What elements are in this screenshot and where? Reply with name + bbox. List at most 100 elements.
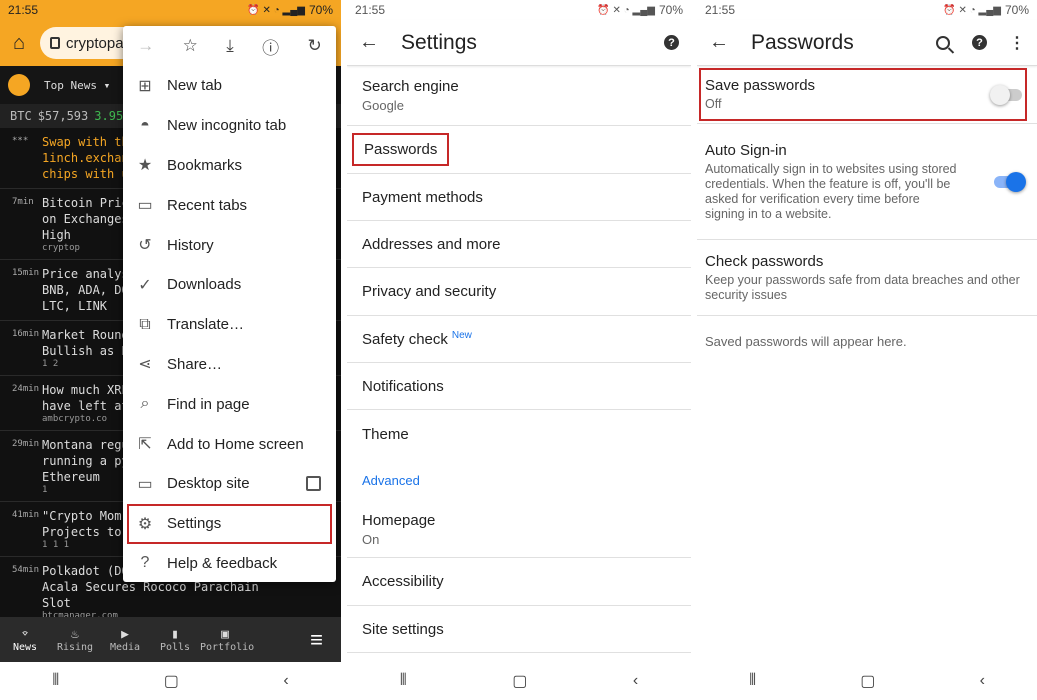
menu-item-recent-tabs[interactable]: ▭ Recent tabs <box>123 185 336 225</box>
menu-item-label: Bookmarks <box>167 156 243 174</box>
back-chevron-icon[interactable]: ‹ <box>633 672 638 690</box>
menu-item-label: Desktop site <box>167 475 250 493</box>
setting-theme[interactable]: Theme <box>347 410 691 458</box>
status-bar: 21:55 ⏰ ✕ ◔ ▂▄▆ 70% <box>0 0 341 20</box>
android-nav-bar-2: ⦀ ▢ ‹ <box>347 662 691 700</box>
menu-item-label: Add to Home screen <box>167 435 304 453</box>
menu-item-downloads[interactable]: ✓ Downloads <box>123 265 336 305</box>
setting-notifications[interactable]: Notifications <box>347 363 691 410</box>
setting-search-engine[interactable]: Search engine Google <box>347 66 691 126</box>
menu-item-desktop-site[interactable]: ▭ Desktop site <box>123 464 336 504</box>
status-battery: 70% <box>1004 3 1029 17</box>
home-circle-icon[interactable]: ▢ <box>860 671 875 691</box>
play-icon: ▶ <box>121 626 129 642</box>
auto-signin-row[interactable]: Auto Sign-in Automatically sign in to we… <box>697 124 1037 240</box>
feed-line: Ethereum <box>42 470 100 484</box>
more-vert-icon[interactable]: ⋮ <box>1009 33 1025 53</box>
signal-icons: ⏰ ✕ ◔ ▂▄▆ <box>597 4 655 16</box>
briefcase-icon: ▣ <box>221 626 229 642</box>
info-icon[interactable]: ⓘ <box>262 34 279 59</box>
bookmark-star-icon[interactable]: ☆ <box>183 36 198 56</box>
nav-polls[interactable]: ▮ Polls <box>150 627 200 653</box>
feed-line: 1inch.exchan <box>42 151 129 165</box>
menu-item-bookmarks[interactable]: ★ Bookmarks <box>123 146 336 186</box>
menu-item-share[interactable]: ⋖ Share… <box>123 345 336 385</box>
settings-appbar: ← Settings ? <box>347 20 691 66</box>
feed-time: 16min <box>12 329 40 339</box>
nav-news[interactable]: ⌔ News <box>0 627 50 653</box>
recents-icon[interactable]: ⦀ <box>52 672 59 690</box>
status-time: 21:55 <box>355 3 386 17</box>
help-icon[interactable]: ? <box>972 35 987 50</box>
feed-line: BNB, ADA, DO <box>42 283 129 297</box>
site-logo-icon[interactable] <box>8 74 30 96</box>
recents-icon[interactable]: ⦀ <box>400 672 407 690</box>
menu-item-label: Recent tabs <box>167 196 248 214</box>
setting-addresses[interactable]: Addresses and more <box>347 221 691 268</box>
setting-accessibility[interactable]: Accessibility <box>347 558 691 606</box>
feed-meta: 1 <box>42 485 48 495</box>
feed-time: 41min <box>12 510 40 520</box>
feed-line: Bullish as B <box>42 344 129 358</box>
monitor-icon: ▭ <box>137 475 153 493</box>
signal-icons: ⏰ ✕ ◔ ▂▄▆ <box>943 4 1001 16</box>
home-circle-icon[interactable]: ▢ <box>512 671 527 691</box>
forward-icon[interactable]: → <box>137 36 154 56</box>
nav-rising[interactable]: ♨ Rising <box>50 627 100 653</box>
feed-time: 29min <box>12 439 40 449</box>
save-passwords-toggle[interactable] <box>990 84 1022 105</box>
check-passwords-row[interactable]: Check passwords Keep your passwords safe… <box>697 240 1037 316</box>
back-chevron-icon[interactable]: ‹ <box>283 672 288 690</box>
new-badge: New <box>451 330 472 341</box>
auto-signin-toggle[interactable] <box>994 171 1026 192</box>
check-passwords-desc: Keep your passwords safe from data breac… <box>705 272 1020 302</box>
home-circle-icon[interactable]: ▢ <box>164 671 179 691</box>
incognito-icon: ◓ <box>140 116 150 134</box>
setting-payment-methods[interactable]: Payment methods <box>347 174 691 221</box>
menu-item-add-to-home-screen[interactable]: ⇱ Add to Home screen <box>123 424 336 464</box>
setting-homepage[interactable]: Homepage On <box>347 502 691 558</box>
menu-item-translate[interactable]: ⧉ Translate… <box>123 305 336 345</box>
android-nav-bar-1: ⦀ ▢ ‹ <box>0 662 341 700</box>
reload-icon[interactable]: ↻ <box>308 36 322 56</box>
back-chevron-icon[interactable]: ‹ <box>980 672 985 690</box>
help-icon[interactable]: ? <box>664 35 679 50</box>
feed-line: Montana regu <box>42 438 129 452</box>
recents-icon[interactable]: ⦀ <box>749 672 756 690</box>
menu-item-new-incognito-tab[interactable]: ◓ New incognito tab <box>123 106 336 146</box>
star-icon: ★ <box>137 157 153 175</box>
setting-site-settings[interactable]: Site settings <box>347 606 691 653</box>
setting-passwords[interactable]: Passwords <box>347 126 691 174</box>
nav-portfolio[interactable]: ▣ Portfolio <box>200 626 254 653</box>
search-icon[interactable] <box>936 35 950 50</box>
setting-privacy[interactable]: Privacy and security <box>347 268 691 316</box>
passwords-appbar: ← Passwords ? ⋮ <box>697 20 1037 66</box>
back-arrow-icon[interactable]: ← <box>709 31 729 54</box>
feed-time: *** <box>12 136 29 146</box>
menu-item-help-feedback[interactable]: ? Help & feedback <box>123 544 336 584</box>
status-battery: 70% <box>308 3 333 17</box>
home-icon[interactable]: ⌂ <box>8 32 30 54</box>
feed-time: 15min <box>12 268 40 278</box>
feed-meta: ambcrypto.co <box>42 414 108 424</box>
feed-time: 54min <box>12 565 40 575</box>
menu-item-history[interactable]: ↺ History <box>123 225 336 265</box>
save-passwords-row[interactable]: Save passwords Off <box>697 66 1037 124</box>
desktop-site-checkbox[interactable] <box>306 476 321 492</box>
feed-line: Market Round <box>42 328 129 342</box>
setting-safety-check[interactable]: Safety check New <box>347 316 691 363</box>
menu-item-label: Settings <box>167 515 222 533</box>
nav-media[interactable]: ▶ Media <box>100 627 150 653</box>
feed-line: chips with u <box>42 167 129 181</box>
hamburger-icon[interactable]: ≡ <box>310 627 323 653</box>
back-arrow-icon[interactable]: ← <box>359 31 379 54</box>
menu-item-label: Help & feedback <box>167 554 278 572</box>
download-icon[interactable]: ⤓ <box>226 36 234 56</box>
top-news-dropdown[interactable]: Top News ▾ <box>44 79 110 92</box>
menu-item-find-in-page[interactable]: ⌕ Find in page <box>123 384 336 424</box>
passwords-panel: 21:55 ⏰ ✕ ◔ ▂▄▆ 70% ← Passwords ? ⋮ Save … <box>697 0 1037 700</box>
menu-item-settings[interactable]: ⚙ Settings <box>127 503 332 544</box>
menu-item-new-tab[interactable]: ⊞ New tab <box>123 66 336 106</box>
overflow-menu: → ☆ ⤓ ⓘ ↻ ⊞ New tab ◓ New incognito tab ★ Boo… <box>123 26 336 582</box>
settings-panel: 21:55 ⏰ ✕ ◔ ▂▄▆ 70% ← Settings ? Search e… <box>347 0 691 700</box>
